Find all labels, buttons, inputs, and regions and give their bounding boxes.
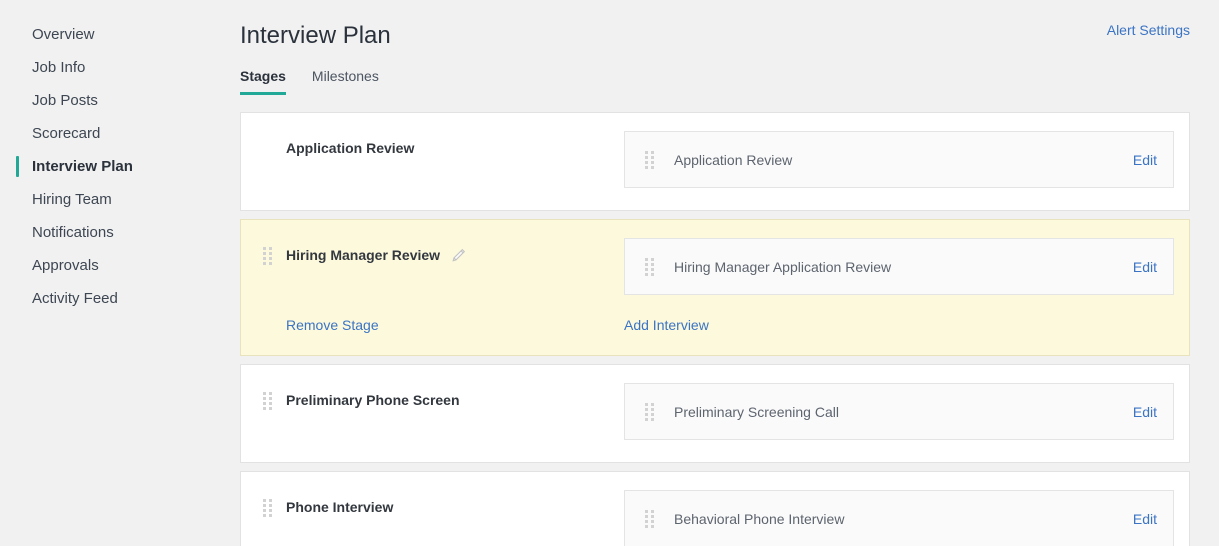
sidebar-item-notifications[interactable]: Notifications — [0, 216, 240, 249]
interview-row: Application Review Edit — [624, 131, 1174, 188]
stage-title-wrap: Phone Interview — [241, 496, 624, 518]
stage-info: Preliminary Phone Screen — [241, 383, 624, 411]
interview-row: Preliminary Screening Call Edit — [624, 383, 1174, 440]
sidebar-item-activity-feed[interactable]: Activity Feed — [0, 282, 240, 315]
sidebar-item-label: Hiring Team — [32, 191, 112, 208]
stage-title: Hiring Manager Review — [286, 247, 441, 263]
stage-drag-handle-icon[interactable] — [263, 392, 272, 410]
sidebar-item-label: Scorecard — [32, 125, 101, 142]
sidebar-item-scorecard[interactable]: Scorecard — [0, 117, 240, 150]
sidebar-item-approvals[interactable]: Approvals — [0, 249, 240, 282]
sidebar-item-label: Job Posts — [32, 92, 98, 109]
active-indicator-bar — [16, 156, 19, 177]
stage-title-wrap: Application Review — [241, 137, 624, 159]
stage-card: Preliminary Phone Screen Preliminary Scre… — [240, 364, 1190, 463]
stage-title-wrap: Preliminary Phone Screen — [241, 389, 624, 411]
stage-row: Hiring Manager Review Hiring Manager Appl… — [241, 238, 1189, 295]
sidebar-item-job-info[interactable]: Job Info — [0, 51, 240, 84]
stage-title: Phone Interview — [286, 499, 394, 515]
interview-edit-link[interactable]: Edit — [1133, 259, 1157, 275]
sidebar-item-label: Overview — [32, 26, 95, 43]
tab-label: Stages — [240, 68, 286, 84]
tab-stages[interactable]: Stages — [240, 68, 286, 95]
stage-info: Application Review — [241, 131, 624, 159]
tab-milestones[interactable]: Milestones — [312, 68, 379, 95]
stage-interviews: Behavioral Phone Interview Edit — [624, 490, 1189, 546]
stage-interviews: Preliminary Screening Call Edit — [624, 383, 1189, 440]
interview-name: Behavioral Phone Interview — [674, 510, 845, 527]
interview-drag-handle-icon[interactable] — [645, 150, 654, 169]
interview-name: Hiring Manager Application Review — [674, 258, 892, 275]
sidebar-item-label: Approvals — [32, 257, 99, 274]
interview-row: Behavioral Phone Interview Edit — [624, 490, 1174, 546]
interview-edit-link[interactable]: Edit — [1133, 511, 1157, 527]
sidebar-item-label: Notifications — [32, 224, 114, 241]
edit-pencil-icon[interactable] — [450, 247, 467, 264]
interview-name: Preliminary Screening Call — [674, 403, 839, 420]
tab-active-underline — [240, 92, 286, 95]
sidebar-item-label: Interview Plan — [32, 158, 133, 175]
stage-drag-handle-icon[interactable] — [263, 247, 272, 265]
stage-interviews: Hiring Manager Application Review Edit — [624, 238, 1189, 295]
stage-info: Hiring Manager Review — [241, 238, 624, 266]
stage-interviews: Application Review Edit — [624, 131, 1189, 188]
interview-drag-handle-icon[interactable] — [645, 402, 654, 421]
page-title: Interview Plan — [240, 22, 391, 49]
interview-drag-handle-icon[interactable] — [645, 509, 654, 528]
sidebar-nav: Overview Job Info Job Posts Scorecard Interv… — [0, 0, 240, 546]
sidebar-item-hiring-team[interactable]: Hiring Team — [0, 183, 240, 216]
stage-row: Preliminary Phone Screen Preliminary Scre… — [241, 383, 1189, 440]
sidebar-item-interview-plan[interactable]: Interview Plan — [0, 150, 240, 183]
sidebar-item-job-posts[interactable]: Job Posts — [0, 84, 240, 117]
add-interview-link[interactable]: Add Interview — [624, 317, 709, 333]
interview-edit-link[interactable]: Edit — [1133, 404, 1157, 420]
stage-row: Application Review Application Review Edit — [241, 131, 1189, 188]
interview-row: Hiring Manager Application Review Edit — [624, 238, 1174, 295]
stage-list: Application Review Application Review Edit… — [240, 112, 1190, 546]
sidebar-item-label: Job Info — [32, 59, 86, 76]
stage-title: Application Review — [286, 140, 415, 156]
main-content: Interview Plan Alert Settings Stages Mile… — [240, 0, 1219, 546]
interview-name: Application Review — [674, 151, 793, 168]
stage-info: Phone Interview — [241, 490, 624, 518]
stage-row: Phone Interview Behavioral Phone Intervie… — [241, 490, 1189, 546]
remove-stage-link[interactable]: Remove Stage — [241, 317, 624, 333]
stage-card: Application Review Application Review Edit — [240, 112, 1190, 211]
tab-label: Milestones — [311, 68, 379, 84]
stage-actions: Remove Stage Add Interview — [241, 317, 1189, 333]
interview-plan-page: Overview Job Info Job Posts Scorecard Interv… — [0, 0, 1219, 546]
sidebar-item-overview[interactable]: Overview — [0, 18, 240, 51]
stage-title: Preliminary Phone Screen — [286, 392, 460, 408]
stage-card: Phone Interview Behavioral Phone Intervie… — [240, 471, 1190, 546]
stage-card: Hiring Manager Review Hiring Manager Appl… — [240, 219, 1190, 356]
stage-drag-handle-icon[interactable] — [263, 499, 272, 517]
interview-edit-link[interactable]: Edit — [1133, 152, 1157, 168]
interview-drag-handle-icon[interactable] — [645, 257, 654, 276]
stage-title-wrap: Hiring Manager Review — [241, 244, 624, 266]
alert-settings-link[interactable]: Alert Settings — [1107, 22, 1190, 38]
tab-bar: Stages Milestones — [240, 68, 379, 95]
sidebar-item-label: Activity Feed — [32, 290, 118, 307]
